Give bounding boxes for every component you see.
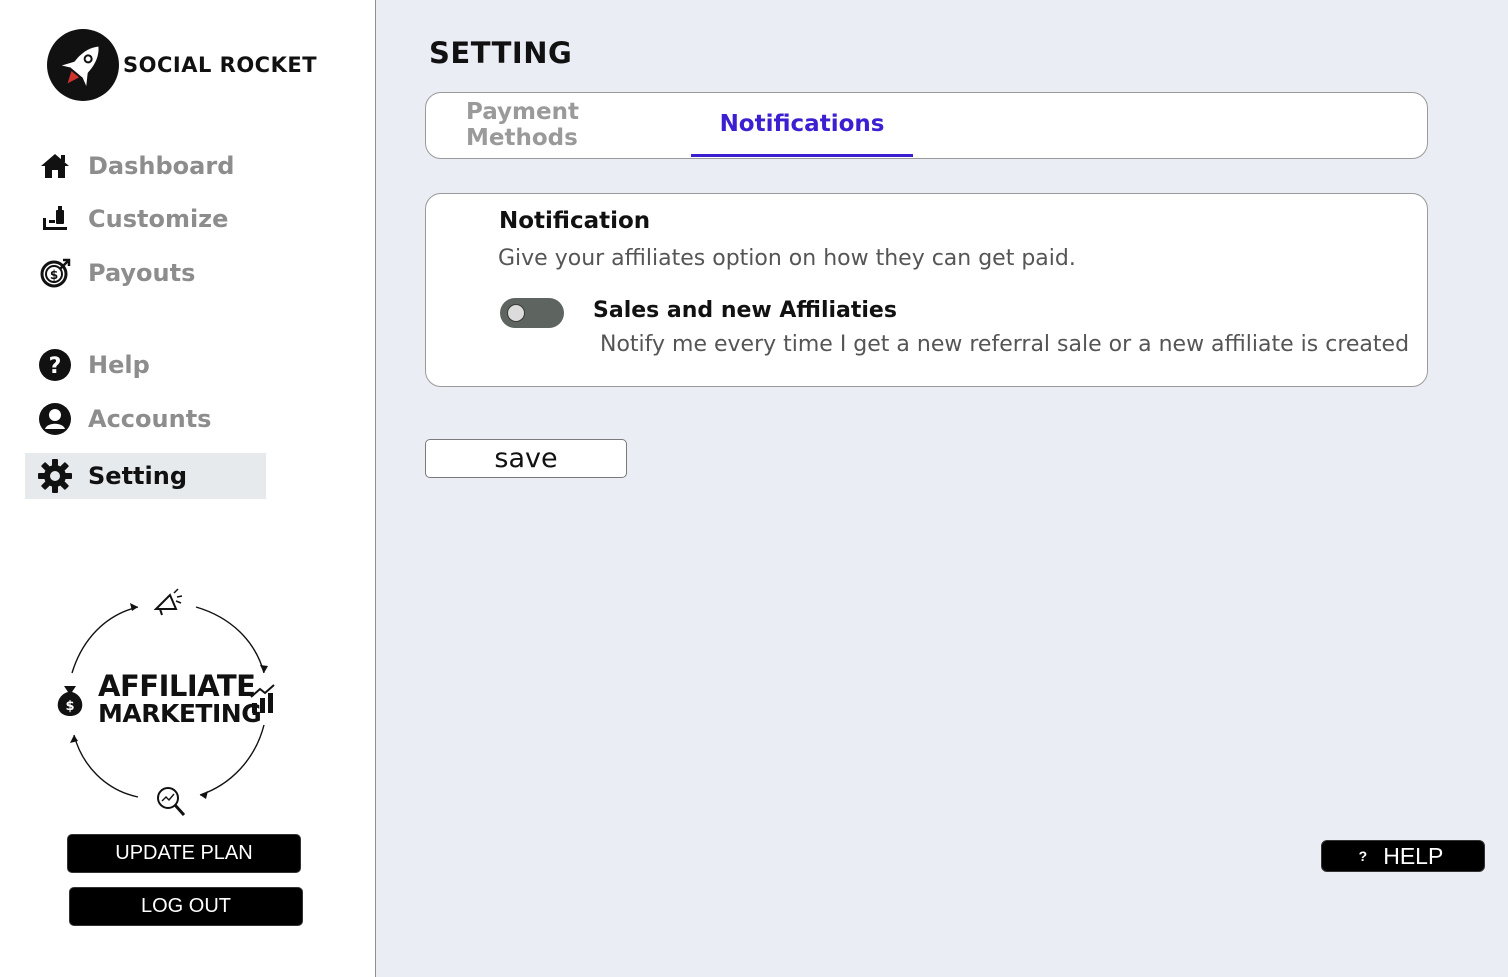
sidebar-item-setting[interactable]: Setting [25,453,266,499]
sidebar-item-customize[interactable]: Customize [25,196,266,242]
brand[interactable]: SOCIAL ROCKET [47,29,317,101]
sidebar-item-help[interactable]: ? Help [25,342,266,388]
help-button-label: HELP [1383,842,1444,869]
svg-text:$: $ [65,699,74,714]
toggle-knob [507,304,525,322]
sidebar-item-dashboard[interactable]: Dashboard [25,143,266,189]
question-icon: ? [1358,848,1368,864]
home-icon [37,148,73,184]
sidebar-item-label: Payouts [88,259,196,287]
update-plan-button[interactable]: UPDATE PLAN [67,834,301,873]
sidebar-item-accounts[interactable]: Accounts [25,396,266,442]
sidebar-item-label: Customize [88,205,229,233]
sidebar-item-payouts[interactable]: $ Payouts [25,250,266,296]
sidebar: SOCIAL ROCKET Dashboard Customize $ Payo… [0,0,376,977]
megaphone-icon [153,588,183,616]
customize-icon [37,201,73,237]
money-bag-icon: $ [57,686,83,716]
illustration-line2: MARKETING [98,699,262,728]
save-button[interactable]: save [425,439,627,478]
rocket-logo-icon [47,29,119,101]
illustration-line1: AFFILIATE [98,669,256,703]
sidebar-item-label: Dashboard [88,152,235,180]
svg-text:?: ? [49,354,62,379]
notification-subtitle: Give your affiliates option on how they … [498,246,1076,271]
illustration-text: AFFILIATE MARKETING [98,669,262,728]
page-title: SETTING [429,36,573,70]
gear-icon [37,458,73,494]
user-circle-icon [37,401,73,437]
tab-bar: Payment Methods Notifications [425,92,1428,159]
option-description: Notify me every time I get a new referra… [600,332,1410,357]
notification-card: Notification Give your affiliates option… [425,193,1428,387]
sidebar-item-label: Accounts [88,405,212,433]
notification-title: Notification [499,208,651,234]
svg-text:$: $ [50,268,58,282]
magnifier-icon [157,787,186,817]
help-circle-icon: ? [37,347,73,383]
tab-payment-methods[interactable]: Payment Methods [466,93,686,157]
logout-button[interactable]: LOG OUT [69,887,303,926]
option-title: Sales and new Affiliaties [593,298,897,323]
sidebar-item-label: Help [88,351,150,379]
affiliate-marketing-illustration: $ AFFILIATE MARKETING [50,585,290,820]
sidebar-item-label: Setting [88,462,187,490]
tab-notifications[interactable]: Notifications [691,93,913,157]
payouts-icon: $ [37,255,73,291]
brand-name: SOCIAL ROCKET [123,53,318,77]
help-button[interactable]: ? HELP [1321,840,1485,872]
sales-affiliates-toggle[interactable] [500,298,564,328]
